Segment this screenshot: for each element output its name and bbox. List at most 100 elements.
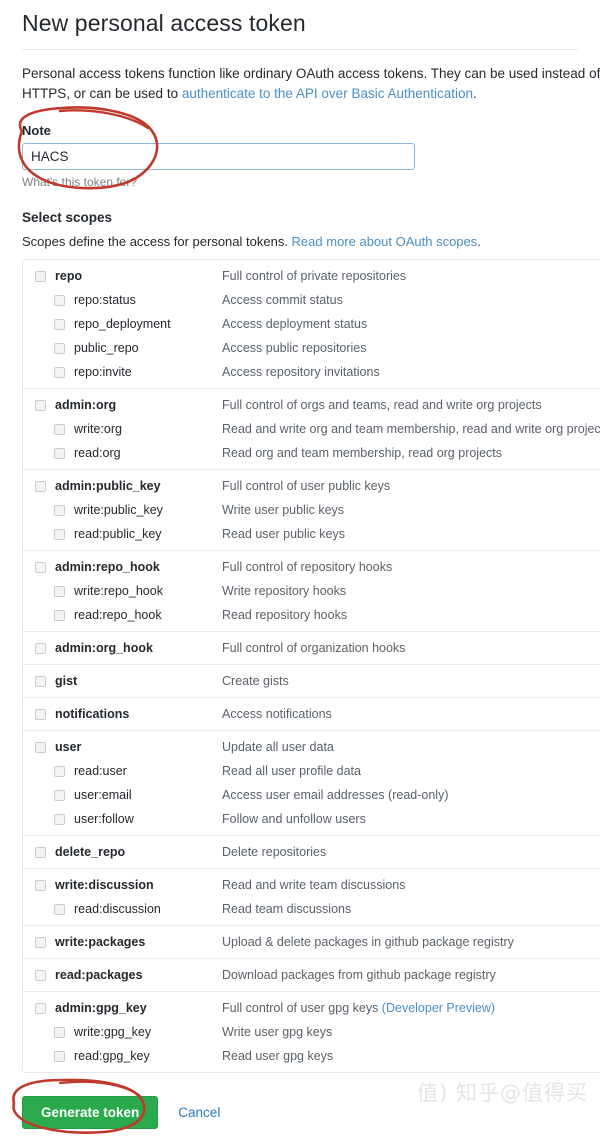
- scope-row[interactable]: write:gpg_key Write user gpg keys: [23, 1020, 600, 1044]
- scope-name: admin:org_hook: [55, 641, 153, 655]
- scope-name: write:public_key: [74, 503, 163, 517]
- scope-row[interactable]: admin:org_hook Full control of organizati…: [23, 636, 600, 660]
- title-divider: [22, 49, 578, 50]
- developer-preview-link[interactable]: (Developer Preview): [382, 1001, 495, 1015]
- checkbox-read:discussion[interactable]: [54, 903, 65, 915]
- scope-row[interactable]: user:follow Follow and unfollow users: [23, 807, 600, 831]
- cancel-link[interactable]: Cancel: [178, 1105, 220, 1120]
- scope-name: read:gpg_key: [74, 1049, 150, 1063]
- checkbox-admin:org_hook[interactable]: [35, 642, 46, 654]
- checkbox-user[interactable]: [35, 741, 46, 753]
- scope-row[interactable]: read:user Read all user profile data: [23, 759, 600, 783]
- oauth-scopes-link[interactable]: Read more about OAuth scopes: [292, 234, 478, 249]
- scope-row[interactable]: write:discussion Read and write team disc…: [23, 873, 600, 897]
- scope-row[interactable]: read:discussion Read team discussions: [23, 897, 600, 921]
- scope-row[interactable]: read:gpg_key Read user gpg keys: [23, 1044, 600, 1068]
- checkbox-write:packages[interactable]: [35, 936, 46, 948]
- scope-row[interactable]: admin:gpg_key Full control of user gpg ke…: [23, 996, 600, 1020]
- scope-row[interactable]: write:org Read and write org and team mem…: [23, 417, 600, 441]
- scope-row[interactable]: read:repo_hook Read repository hooks: [23, 603, 600, 627]
- scope-description: Follow and unfollow users: [222, 812, 366, 826]
- checkbox-repo[interactable]: [35, 270, 46, 282]
- scope-row[interactable]: admin:public_key Full control of user pub…: [23, 474, 600, 498]
- scope-group: write:discussion Read and write team disc…: [23, 868, 600, 921]
- scope-name: read:discussion: [74, 902, 161, 916]
- scope-name: admin:public_key: [55, 479, 161, 493]
- note-label: Note: [22, 123, 51, 138]
- scope-description: Full control of user public keys: [222, 479, 391, 493]
- watermark: 值) 知乎@值得买: [417, 1081, 588, 1105]
- scope-row[interactable]: notifications Access notifications: [23, 702, 600, 726]
- checkbox-read:gpg_key[interactable]: [54, 1050, 65, 1062]
- scope-row[interactable]: write:public_key Write user public keys: [23, 498, 600, 522]
- scope-row[interactable]: repo:status Access commit status: [23, 288, 600, 312]
- scope-description: Full control of private repositories: [222, 269, 407, 283]
- scope-description: Write user public keys: [222, 503, 345, 517]
- scope-description: Full control of repository hooks: [222, 560, 393, 574]
- intro-line-2-pre: HTTPS, or can be used to: [22, 86, 182, 101]
- scope-name: read:org: [74, 446, 121, 460]
- scope-name: read:user: [74, 764, 127, 778]
- checkbox-user:email[interactable]: [54, 789, 65, 801]
- scope-name: admin:org: [55, 398, 117, 412]
- checkbox-admin:gpg_key[interactable]: [35, 1002, 46, 1014]
- scope-description: Write user gpg keys: [222, 1025, 333, 1039]
- checkbox-delete_repo[interactable]: [35, 846, 46, 858]
- scope-row[interactable]: repo_deployment Access deployment status: [23, 312, 600, 336]
- scope-row[interactable]: read:public_key Read user public keys: [23, 522, 600, 546]
- checkbox-write:org[interactable]: [54, 423, 65, 435]
- checkbox-read:public_key[interactable]: [54, 528, 65, 540]
- scope-row[interactable]: user:email Access user email addresses (r…: [23, 783, 600, 807]
- checkbox-admin:org[interactable]: [35, 399, 46, 411]
- scope-row[interactable]: gist Create gists: [23, 669, 600, 693]
- scope-name: repo:status: [74, 293, 136, 307]
- checkbox-admin:repo_hook[interactable]: [35, 561, 46, 573]
- intro-line-2: HTTPS, or can be used to authenticate to…: [22, 84, 600, 104]
- checkbox-repo:status[interactable]: [54, 294, 65, 306]
- checkbox-read:user[interactable]: [54, 765, 65, 777]
- scope-row[interactable]: read:packages Download packages from gith…: [23, 963, 600, 987]
- scope-name: repo_deployment: [74, 317, 171, 331]
- scope-group: gist Create gists: [23, 664, 600, 693]
- checkbox-admin:public_key[interactable]: [35, 480, 46, 492]
- checkbox-write:gpg_key[interactable]: [54, 1026, 65, 1038]
- scope-row[interactable]: admin:repo_hook Full control of repositor…: [23, 555, 600, 579]
- basic-auth-link[interactable]: authenticate to the API over Basic Authe…: [182, 86, 473, 101]
- scope-name: read:public_key: [74, 527, 162, 541]
- checkbox-read:packages[interactable]: [35, 969, 46, 981]
- scope-row[interactable]: repo:invite Access repository invitations: [23, 360, 600, 384]
- note-input[interactable]: [22, 143, 415, 170]
- checkbox-notifications[interactable]: [35, 708, 46, 720]
- scope-name: read:repo_hook: [74, 608, 162, 622]
- generate-token-button[interactable]: Generate token: [22, 1096, 159, 1129]
- scope-description: Read team discussions: [222, 902, 352, 916]
- scope-description: Write repository hooks: [222, 584, 347, 598]
- checkbox-user:follow[interactable]: [54, 813, 65, 825]
- scope-row[interactable]: repo Full control of private repositories: [23, 264, 600, 288]
- checkbox-public_repo[interactable]: [54, 342, 65, 354]
- checkbox-gist[interactable]: [35, 675, 46, 687]
- checkbox-write:discussion[interactable]: [35, 879, 46, 891]
- checkbox-repo:invite[interactable]: [54, 366, 65, 378]
- scope-row[interactable]: user Update all user data: [23, 735, 600, 759]
- scope-row[interactable]: admin:org Full control of orgs and teams,…: [23, 393, 600, 417]
- scope-description: Read org and team membership, read org p…: [222, 446, 503, 460]
- scope-name: write:gpg_key: [74, 1025, 152, 1039]
- scope-row[interactable]: write:packages Upload & delete packages i…: [23, 930, 600, 954]
- checkbox-read:repo_hook[interactable]: [54, 609, 65, 621]
- scope-row[interactable]: read:org Read org and team membership, re…: [23, 441, 600, 465]
- checkbox-repo_deployment[interactable]: [54, 318, 65, 330]
- scope-group: repo Full control of private repositories…: [23, 264, 600, 384]
- scope-row[interactable]: public_repo Access public repositories: [23, 336, 600, 360]
- scope-name: read:packages: [55, 968, 143, 982]
- checkbox-write:repo_hook[interactable]: [54, 585, 65, 597]
- scope-row[interactable]: delete_repo Delete repositories: [23, 840, 600, 864]
- select-scopes-title: Select scopes: [22, 210, 113, 225]
- scope-group: delete_repo Delete repositories: [23, 835, 600, 864]
- scope-row[interactable]: write:repo_hook Write repository hooks: [23, 579, 600, 603]
- scope-group: admin:org_hook Full control of organizati…: [23, 631, 600, 660]
- page-title: New personal access token: [22, 10, 306, 36]
- checkbox-read:org[interactable]: [54, 447, 65, 459]
- scope-description: Create gists: [222, 674, 289, 688]
- checkbox-write:public_key[interactable]: [54, 504, 65, 516]
